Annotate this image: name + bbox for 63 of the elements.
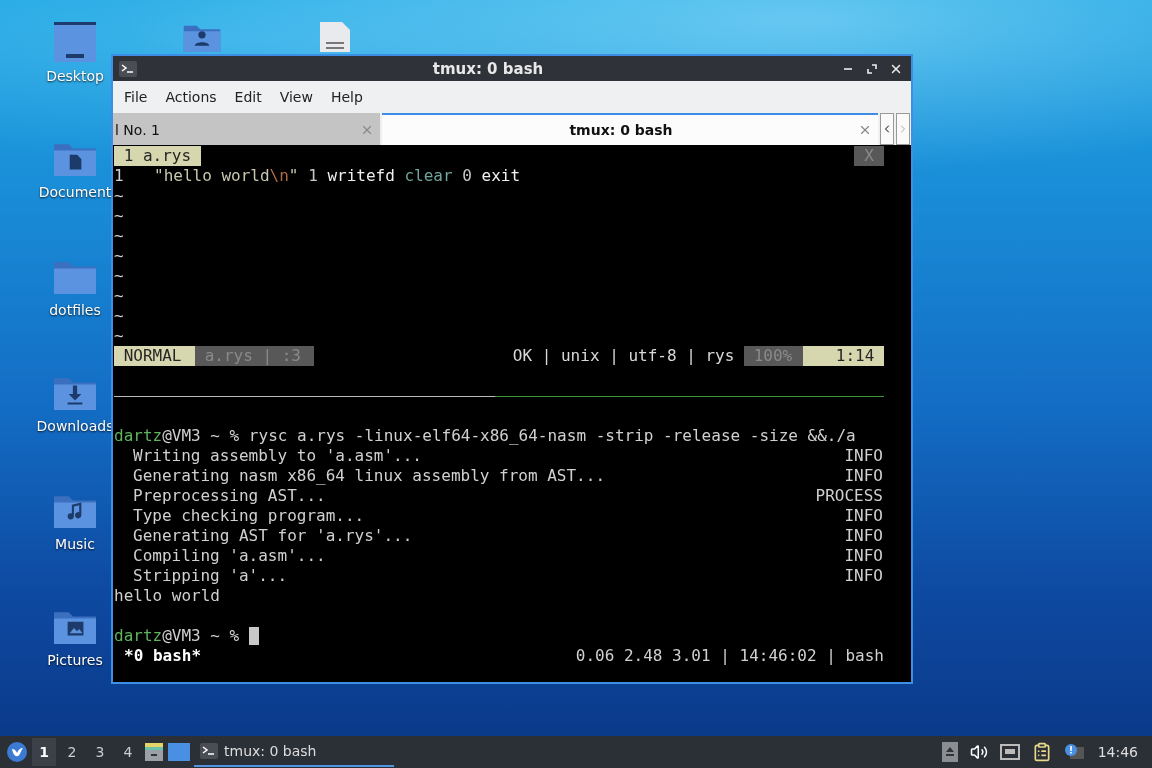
- tmux-window[interactable]: *0 bash*: [124, 646, 202, 666]
- log-level: INFO: [844, 466, 883, 486]
- taskbar-window-button[interactable]: tmux: 0 bash: [194, 737, 394, 767]
- close-tab-icon[interactable]: [858, 123, 872, 137]
- desktop-folder-icon[interactable]: [54, 22, 96, 62]
- icon-label: Pictures: [47, 652, 103, 668]
- terminal-icon: [200, 743, 218, 759]
- tab[interactable]: l No. 1: [113, 113, 380, 145]
- log-level: INFO: [844, 446, 883, 466]
- empty-line-marker: ~: [114, 326, 124, 346]
- line-number: 1: [114, 166, 125, 186]
- vim-tab[interactable]: 1 a.rys: [114, 146, 201, 166]
- document-icon[interactable]: [318, 22, 352, 52]
- file-info: OK | unix | utf-8 | rys: [512, 346, 736, 366]
- cursor-position: 1:14: [803, 346, 884, 366]
- app-menu-icon[interactable]: [6, 741, 28, 763]
- menu-item[interactable]: Actions: [156, 85, 226, 109]
- menu-item[interactable]: Help: [321, 85, 372, 109]
- icon-label: Music: [55, 536, 95, 552]
- icon-label: dotfiles: [49, 302, 101, 318]
- tab[interactable]: tmux: 0 bash: [382, 113, 878, 145]
- icon-label: Desktop: [46, 68, 104, 84]
- log-level: INFO: [844, 526, 883, 546]
- workspace-button[interactable]: 4: [116, 738, 140, 766]
- empty-line-marker: ~: [114, 286, 124, 306]
- terminal-icon: [119, 60, 137, 77]
- menu-item[interactable]: Edit: [225, 85, 271, 109]
- vim-mode: NORMAL: [114, 346, 195, 366]
- workspace-button[interactable]: 3: [88, 738, 112, 766]
- clock: 14:46: [1097, 744, 1138, 760]
- file-cabinet-icon[interactable]: [144, 742, 164, 762]
- workspace-button[interactable]: 1: [32, 738, 56, 766]
- empty-line-marker: ~: [114, 306, 124, 326]
- empty-line-marker: ~: [114, 206, 124, 226]
- menu-item[interactable]: File: [115, 85, 157, 109]
- log-level: INFO: [844, 566, 883, 586]
- menu-item[interactable]: View: [270, 85, 322, 109]
- maximize-icon[interactable]: [867, 63, 877, 74]
- code-line: "hello world\n" 1 writefd clear 0 exit: [154, 166, 521, 186]
- log-message: Generating AST for 'a.rys'...: [133, 526, 413, 546]
- empty-line-marker: ~: [114, 226, 124, 246]
- shell-prompt: dartz@VM3 ~ %: [114, 626, 241, 646]
- icon-label: Downloads: [36, 418, 114, 434]
- workspace-button[interactable]: 2: [60, 738, 84, 766]
- log-level: INFO: [844, 546, 883, 566]
- program-output: hello world: [114, 586, 220, 606]
- log-level: PROCESS: [815, 486, 883, 506]
- scroll-right-button[interactable]: [896, 113, 910, 145]
- empty-line-marker: ~: [114, 266, 124, 286]
- log-message: Stripping 'a'...: [133, 566, 288, 586]
- scroll-left-button[interactable]: [880, 113, 894, 145]
- icon-label: Document: [38, 184, 112, 200]
- log-message: Generating nasm x86_64 linux assembly from AST...: [133, 466, 605, 486]
- log-message: Preprocessing AST...: [133, 486, 326, 506]
- log-level: INFO: [844, 506, 883, 526]
- empty-line-marker: ~: [114, 246, 124, 266]
- log-message: Writing assembly to 'a.asm'...: [133, 446, 422, 466]
- log-message: Compiling 'a.asm'...: [133, 546, 326, 566]
- window-title: tmux: 0 bash: [431, 59, 545, 78]
- tmux-status-info: 0.06 2.48 3.01 | 14:46:02 | bash: [575, 646, 884, 666]
- shell-prompt: dartz@VM3 ~ % rysc a.rys -linux-elf64-x86_64-nasm -strip -release -size &&./a: [114, 426, 856, 446]
- log-message: Type checking program...: [133, 506, 365, 526]
- empty-line-marker: ~: [114, 186, 124, 206]
